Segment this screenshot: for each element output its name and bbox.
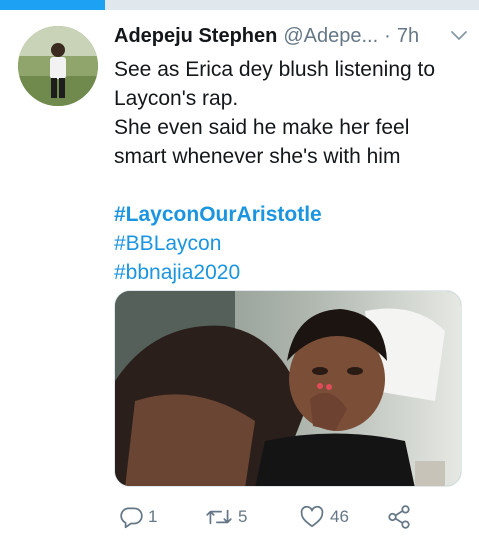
author-handle[interactable]: @Adepe... (283, 25, 378, 48)
like-count: 46 (330, 507, 349, 526)
avatar[interactable] (18, 26, 98, 106)
share-icon (386, 504, 412, 530)
separator-dot: · (384, 24, 391, 47)
tweet-actions: 1 5 46 (114, 500, 464, 534)
reply-button[interactable]: 1 (118, 500, 157, 534)
like-button[interactable]: 46 (298, 500, 349, 534)
retweet-button[interactable]: 5 (204, 500, 247, 534)
tweet-media-image[interactable] (114, 290, 462, 487)
heart-icon (298, 504, 326, 530)
tweet-header: Adepeju Stephen @Adepe... · 7h (114, 22, 470, 50)
reply-count: 1 (148, 507, 158, 526)
media-photo (115, 291, 461, 486)
tweet-text-line: smart whenever she's with him (114, 145, 401, 168)
loading-progress-bar (0, 0, 479, 10)
tweet-text: See as Erica dey blush listening to Layc… (114, 55, 464, 287)
tweet-text-line: Laycon's rap. (114, 87, 239, 110)
retweet-count: 5 (238, 507, 248, 526)
progress-fill (0, 0, 106, 10)
tweet-text-line: She even said he make her feel (114, 116, 410, 139)
avatar-photo (18, 26, 98, 106)
hashtag-link[interactable]: #bbnajia2020 (114, 258, 464, 287)
retweet-icon (204, 504, 234, 530)
tweet-text-line: See as Erica dey blush listening to (114, 58, 436, 81)
author-name[interactable]: Adepeju Stephen (114, 25, 277, 48)
share-button[interactable] (386, 500, 412, 534)
hashtag-link[interactable]: #BBLaycon (114, 229, 464, 258)
reply-icon (118, 504, 144, 530)
hashtag-link[interactable]: #LayconOurAristotle (114, 200, 464, 229)
tweet-timestamp[interactable]: 7h (397, 25, 419, 48)
chevron-down-icon[interactable] (448, 24, 470, 46)
